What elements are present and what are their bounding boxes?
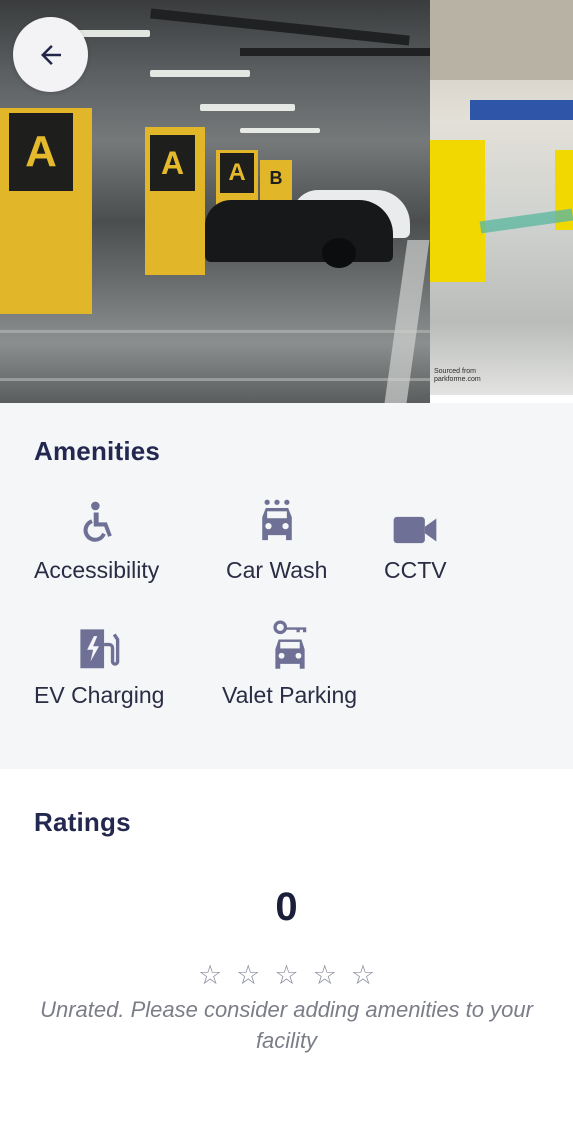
valet-key-car-icon: [266, 620, 314, 672]
pillar-sign: A: [220, 153, 254, 193]
ratings-section: Ratings 0 ☆ ☆ ☆ ☆ ☆ Unrated. Please cons…: [0, 769, 573, 1143]
amenity-cctv: CCTV: [384, 495, 447, 584]
pillar-sign: A: [150, 135, 195, 191]
amenities-title: Amenities: [34, 436, 161, 466]
amenity-label: Valet Parking: [222, 682, 358, 708]
ratings-title: Ratings: [34, 807, 131, 837]
star-outline-icon[interactable]: ☆: [351, 962, 375, 989]
amenity-car-wash: Car Wash: [226, 495, 327, 584]
star-outline-icon[interactable]: ☆: [236, 962, 260, 989]
amenity-ev-charging: EV Charging: [34, 620, 164, 709]
star-outline-icon[interactable]: ☆: [274, 962, 298, 989]
star-rating: ☆ ☆ ☆ ☆ ☆: [0, 962, 573, 989]
amenities-section: Amenities Accessibility Car Wash CCTV EV…: [0, 403, 573, 769]
pillar-sign: B: [262, 163, 290, 193]
photo-carousel[interactable]: A A A B Sourced from parkforme.com: [0, 0, 573, 403]
parking-garage-photo[interactable]: [430, 0, 573, 403]
amenity-label: Accessibility: [34, 557, 160, 583]
amenity-valet-parking: Valet Parking: [222, 620, 357, 709]
rating-note: Unrated. Please consider adding amenitie…: [40, 997, 533, 1053]
rating-value: 0: [275, 885, 298, 929]
amenity-accessibility: Accessibility: [34, 495, 159, 584]
arrow-left-icon: [40, 44, 61, 65]
back-button[interactable]: [13, 17, 88, 92]
amenity-label: CCTV: [384, 557, 447, 583]
car-wash-icon: [253, 495, 301, 547]
ev-charging-icon: [75, 620, 123, 672]
facility-detail-screen: A A A B Sourced from parkforme.com Ameni…: [0, 0, 573, 1143]
video-camera-icon: [391, 495, 439, 547]
amenity-label: EV Charging: [34, 682, 165, 708]
pillar-sign: A: [9, 113, 73, 191]
photo-watermark: Sourced from parkforme.com: [434, 368, 481, 383]
amenity-label: Car Wash: [226, 557, 328, 583]
star-outline-icon[interactable]: ☆: [313, 962, 337, 989]
star-outline-icon[interactable]: ☆: [198, 962, 222, 989]
wheelchair-icon: [73, 495, 121, 547]
